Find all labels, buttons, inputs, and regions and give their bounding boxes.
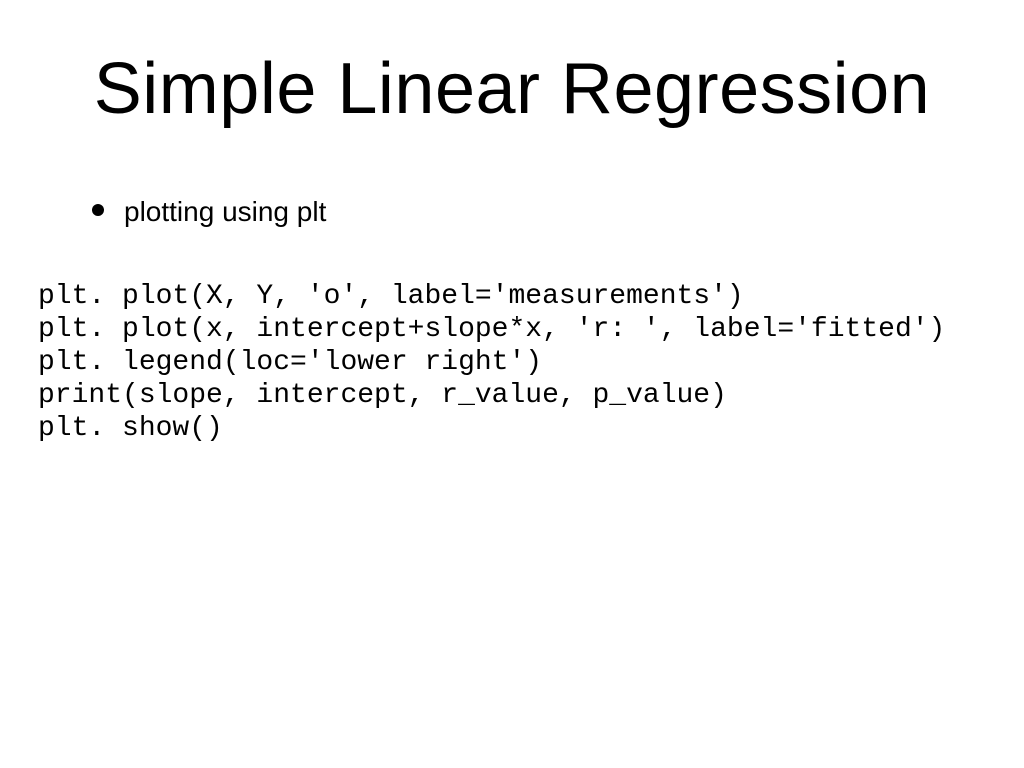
slide: Simple Linear Regression plotting using … <box>0 0 1024 768</box>
bullet-text: plotting using plt <box>124 196 326 228</box>
code-line-3: plt. legend(loc='lower right') <box>38 347 542 378</box>
bullet-item: plotting using plt <box>92 196 326 228</box>
slide-title: Simple Linear Regression <box>0 48 1024 130</box>
code-line-1: plt. plot(X, Y, 'o', label='measurements… <box>38 281 744 312</box>
code-line-4: print(slope, intercept, r_value, p_value… <box>38 380 727 411</box>
bullet-icon <box>92 204 104 216</box>
code-line-2: plt. plot(x, intercept+slope*x, 'r: ', l… <box>38 314 945 345</box>
code-line-5: plt. show() <box>38 413 223 444</box>
code-block: plt. plot(X, Y, 'o', label='measurements… <box>38 280 945 445</box>
